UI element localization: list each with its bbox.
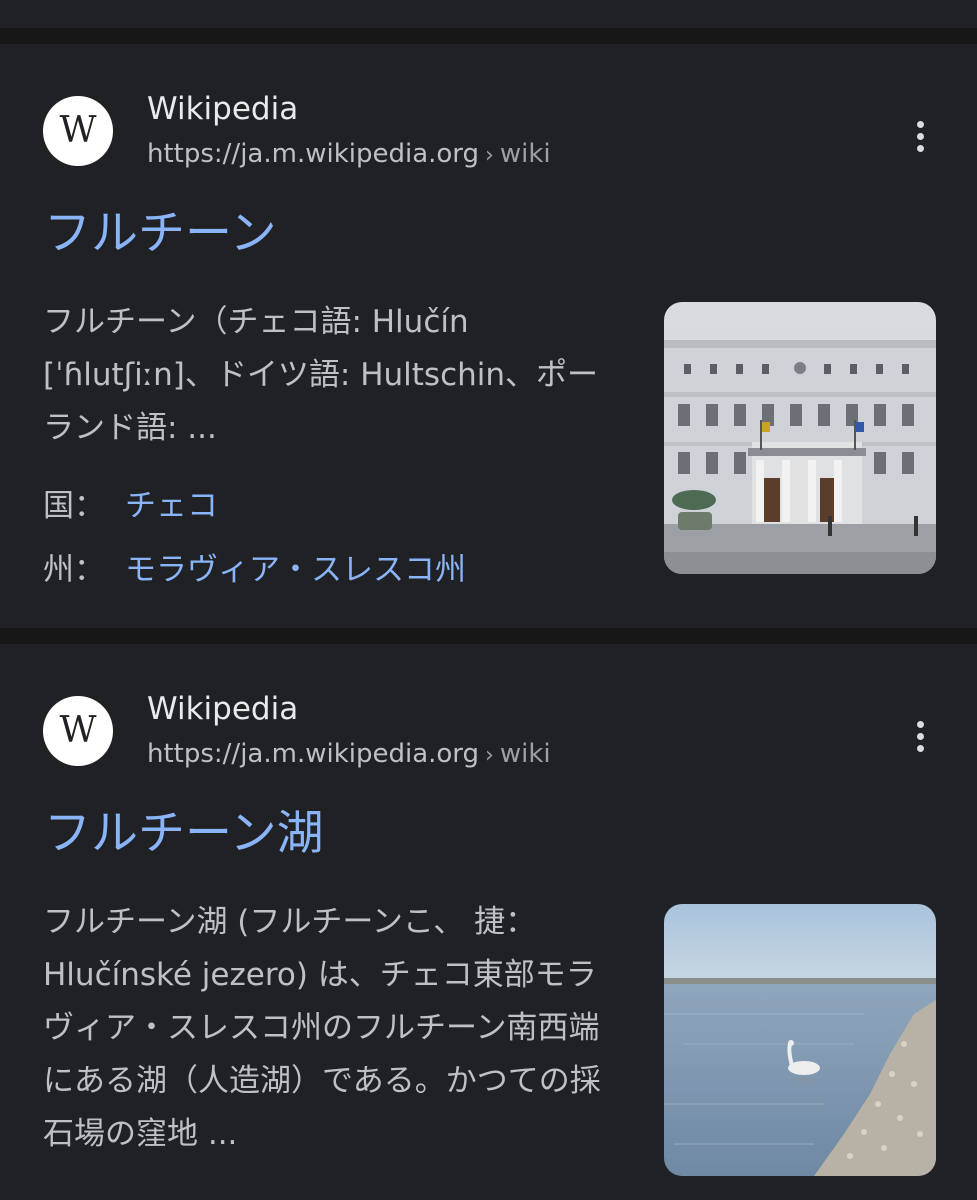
url-domain: https://ja.m.wikipedia.org bbox=[147, 739, 480, 769]
more-options-button[interactable] bbox=[900, 116, 940, 156]
more-vert-icon bbox=[916, 120, 924, 128]
breadcrumb-separator-icon: › bbox=[485, 743, 494, 768]
more-vert-icon-dot bbox=[916, 144, 924, 152]
fact-label: 国： bbox=[43, 488, 105, 524]
result-thumbnail-lake[interactable] bbox=[664, 904, 936, 1176]
result-title-link[interactable]: フルチーン bbox=[44, 204, 277, 264]
url-breadcrumb: wiki bbox=[499, 139, 551, 169]
breadcrumb-separator-icon: › bbox=[485, 143, 494, 168]
more-vert-icon bbox=[916, 720, 924, 728]
url-domain: https://ja.m.wikipedia.org bbox=[147, 139, 480, 169]
site-name[interactable]: Wikipedia bbox=[147, 689, 298, 729]
site-name[interactable]: Wikipedia bbox=[147, 89, 298, 129]
fact-value-link[interactable]: モラヴィア・スレスコ州 bbox=[125, 552, 466, 588]
result-thumbnail-town-hall[interactable] bbox=[664, 302, 936, 574]
town-hall-photo-icon bbox=[664, 302, 936, 574]
url-breadcrumb: wiki bbox=[499, 739, 551, 769]
site-url[interactable]: https://ja.m.wikipedia.org › wiki bbox=[147, 137, 551, 173]
previous-result-edge bbox=[0, 0, 977, 28]
more-vert-icon-dot bbox=[916, 732, 924, 740]
result-title-link[interactable]: フルチーン湖 bbox=[44, 804, 324, 864]
lake-swan-photo-icon bbox=[664, 904, 936, 1176]
search-result-card: W Wikipedia https://ja.m.wikipedia.org › w… bbox=[0, 44, 977, 628]
fact-label: 州： bbox=[43, 552, 105, 588]
result-snippet: フルチーン（チェコ語: Hlučín [ˈɦlutʃiːn]、ドイツ語: Hul… bbox=[43, 304, 599, 446]
fact-row-region: 州： モラヴィア・スレスコ州 bbox=[43, 550, 466, 590]
result-separator bbox=[0, 28, 977, 44]
wikipedia-favicon-icon[interactable]: W bbox=[43, 96, 113, 166]
more-vert-icon-dot bbox=[916, 744, 924, 752]
fact-row-country: 国： チェコ bbox=[43, 486, 218, 526]
search-results-page: W Wikipedia https://ja.m.wikipedia.org › w… bbox=[0, 0, 977, 1200]
search-result-card: W Wikipedia https://ja.m.wikipedia.org › w… bbox=[0, 644, 977, 1200]
site-url[interactable]: https://ja.m.wikipedia.org › wiki bbox=[147, 737, 551, 773]
more-vert-icon-dot bbox=[916, 132, 924, 140]
result-snippet: フルチーン湖 (フルチーンこ、 捷：Hlučínské jezero) は、チェ… bbox=[43, 904, 601, 1152]
more-options-button[interactable] bbox=[900, 716, 940, 756]
wikipedia-favicon-icon[interactable]: W bbox=[43, 696, 113, 766]
fact-value-link[interactable]: チェコ bbox=[125, 488, 218, 524]
result-separator bbox=[0, 628, 977, 644]
